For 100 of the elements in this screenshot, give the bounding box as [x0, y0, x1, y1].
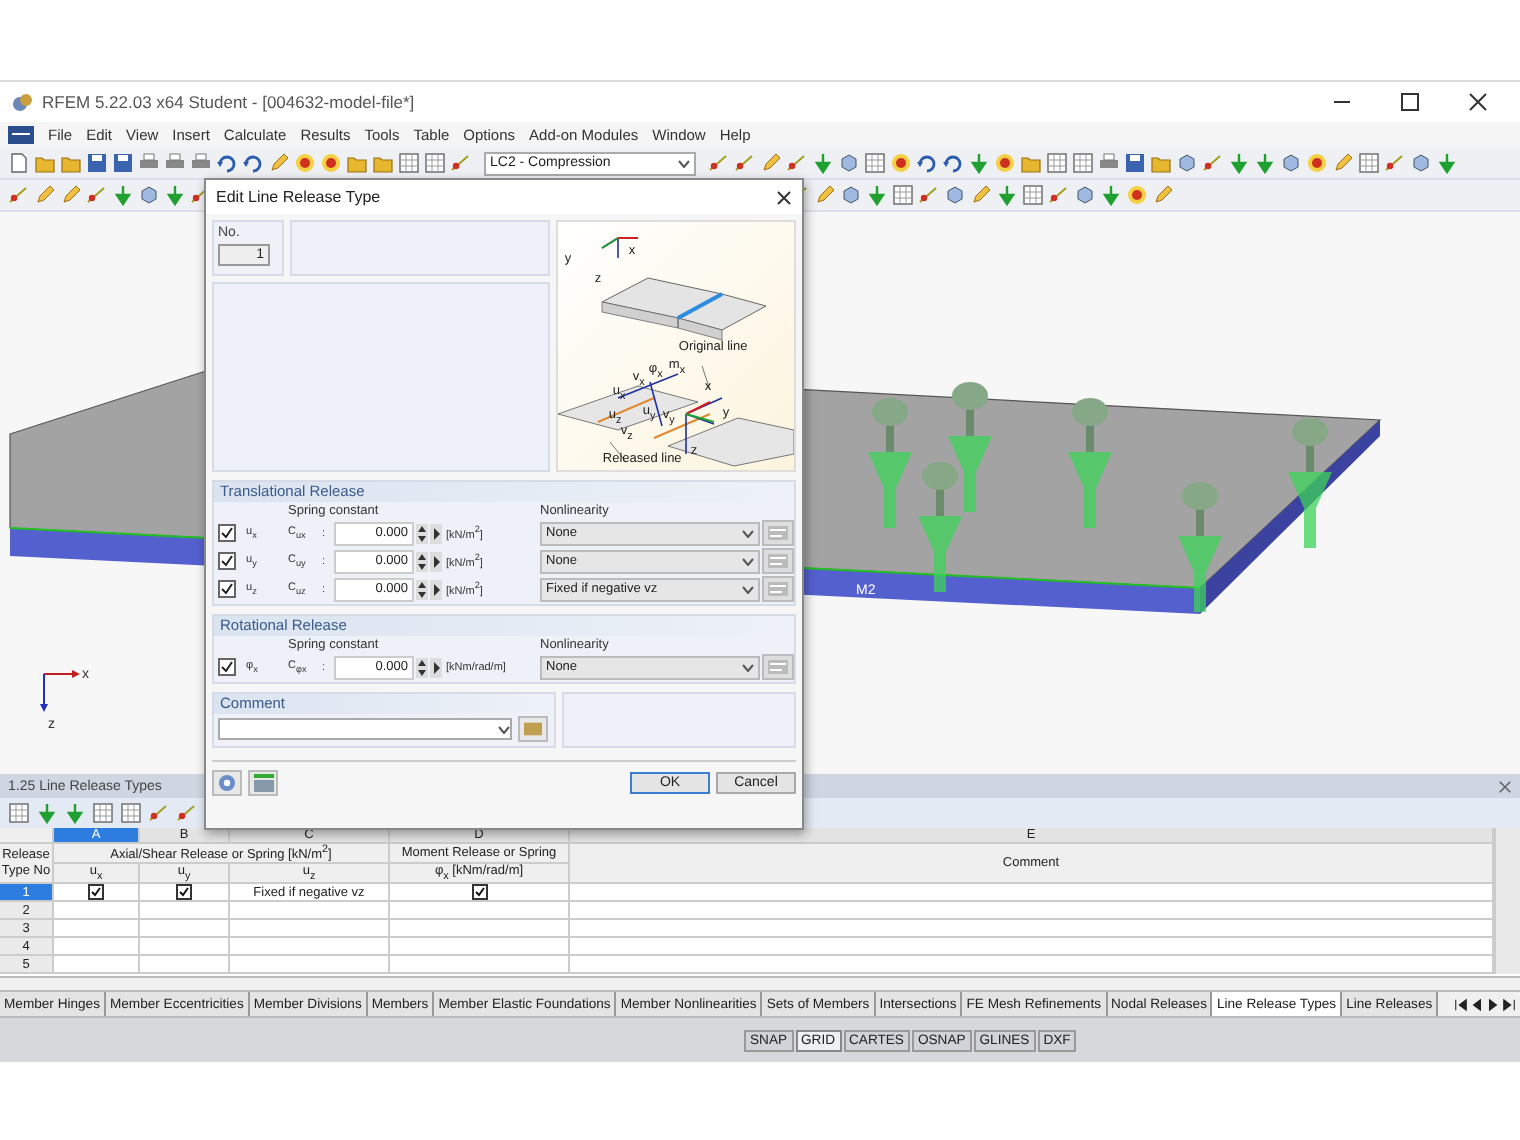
- release-checkbox[interactable]: [218, 524, 236, 542]
- caret-icon[interactable]: [430, 523, 442, 543]
- arrow-icon[interactable]: [812, 152, 834, 174]
- folder-icon[interactable]: [60, 152, 82, 174]
- grid-icon[interactable]: [120, 802, 142, 824]
- folder-icon[interactable]: [1150, 152, 1172, 174]
- grid-icon[interactable]: [1072, 152, 1094, 174]
- node-icon[interactable]: [86, 184, 108, 206]
- node-icon[interactable]: [1202, 152, 1224, 174]
- target-icon[interactable]: [994, 152, 1016, 174]
- checkbox-icon[interactable]: [471, 884, 487, 900]
- chevron-down-icon[interactable]: [678, 159, 690, 167]
- release-checkbox[interactable]: [218, 658, 236, 676]
- table-cell[interactable]: [390, 938, 570, 956]
- target-icon[interactable]: [320, 152, 342, 174]
- node-icon[interactable]: [1048, 184, 1070, 206]
- pencil-icon[interactable]: [760, 152, 782, 174]
- folder-icon[interactable]: [372, 152, 394, 174]
- cube-icon[interactable]: [1176, 152, 1198, 174]
- folder-icon[interactable]: [34, 152, 56, 174]
- pencil-icon[interactable]: [970, 184, 992, 206]
- table-cell[interactable]: [390, 884, 570, 902]
- spin-icon[interactable]: [416, 657, 428, 677]
- maximize-icon[interactable]: [1400, 92, 1420, 112]
- table-cell[interactable]: [140, 938, 230, 956]
- grid-icon[interactable]: [892, 184, 914, 206]
- release-checkbox[interactable]: [218, 552, 236, 570]
- checkbox-icon[interactable]: [176, 884, 192, 900]
- cube-icon[interactable]: [138, 184, 160, 206]
- target-icon[interactable]: [890, 152, 912, 174]
- pencil-icon[interactable]: [268, 152, 290, 174]
- pencil-icon[interactable]: [34, 184, 56, 206]
- node-icon[interactable]: [148, 802, 170, 824]
- node-icon[interactable]: [708, 152, 730, 174]
- node-icon[interactable]: [176, 802, 198, 824]
- tab-navigation-icon[interactable]: [1502, 997, 1516, 1011]
- table-cell[interactable]: [54, 920, 140, 938]
- grid-icon[interactable]: [92, 802, 114, 824]
- spin-icon[interactable]: [416, 523, 428, 543]
- print-icon[interactable]: [190, 152, 212, 174]
- pencil-icon[interactable]: [1332, 152, 1354, 174]
- units-button[interactable]: [248, 770, 278, 796]
- grid-icon[interactable]: [398, 152, 420, 174]
- cube-icon[interactable]: [1074, 184, 1096, 206]
- undo-icon[interactable]: [942, 152, 964, 174]
- chevron-down-icon[interactable]: [742, 557, 754, 565]
- arrow-icon[interactable]: [996, 184, 1018, 206]
- arrow-icon[interactable]: [64, 802, 86, 824]
- print-icon[interactable]: [1098, 152, 1120, 174]
- node-icon[interactable]: [450, 152, 472, 174]
- arrow-icon[interactable]: [968, 152, 990, 174]
- caret-icon[interactable]: [430, 551, 442, 571]
- pencil-icon[interactable]: [60, 184, 82, 206]
- arrow-icon[interactable]: [112, 184, 134, 206]
- cube-icon[interactable]: [944, 184, 966, 206]
- arrow-icon[interactable]: [36, 802, 58, 824]
- save-icon[interactable]: [86, 152, 108, 174]
- undo-icon[interactable]: [242, 152, 264, 174]
- grid-icon[interactable]: [8, 802, 30, 824]
- node-icon[interactable]: [8, 184, 30, 206]
- node-icon[interactable]: [918, 184, 940, 206]
- arrow-icon[interactable]: [866, 184, 888, 206]
- table-cell[interactable]: [54, 902, 140, 920]
- grid-icon[interactable]: [424, 152, 446, 174]
- table-cell[interactable]: [390, 902, 570, 920]
- target-icon[interactable]: [1126, 184, 1148, 206]
- chevron-down-icon[interactable]: [742, 585, 754, 593]
- node-icon[interactable]: [734, 152, 756, 174]
- print-icon[interactable]: [138, 152, 160, 174]
- comment-field[interactable]: [218, 718, 512, 740]
- pencil-icon[interactable]: [1152, 184, 1174, 206]
- table-cell[interactable]: [140, 884, 230, 902]
- node-icon[interactable]: [786, 152, 808, 174]
- close-icon[interactable]: [1468, 92, 1488, 112]
- save-icon[interactable]: [112, 152, 134, 174]
- app-menu-icon[interactable]: [8, 126, 34, 144]
- undo-icon[interactable]: [916, 152, 938, 174]
- folder-icon[interactable]: [1020, 152, 1042, 174]
- node-icon[interactable]: [1384, 152, 1406, 174]
- help-button[interactable]: [212, 770, 242, 796]
- cube-icon[interactable]: [1280, 152, 1302, 174]
- grid-icon[interactable]: [1358, 152, 1380, 174]
- arrow-icon[interactable]: [164, 184, 186, 206]
- table-cell[interactable]: [140, 920, 230, 938]
- table-cell[interactable]: [54, 956, 140, 974]
- grid-icon[interactable]: [1046, 152, 1068, 174]
- arrow-icon[interactable]: [1436, 152, 1458, 174]
- undo-icon[interactable]: [216, 152, 238, 174]
- tab-navigation-icon[interactable]: [1454, 997, 1468, 1011]
- arrow-icon[interactable]: [1254, 152, 1276, 174]
- folder-icon[interactable]: [346, 152, 368, 174]
- chevron-down-icon[interactable]: [742, 529, 754, 537]
- table-cell[interactable]: [390, 956, 570, 974]
- cube-icon[interactable]: [1410, 152, 1432, 174]
- chevron-down-icon[interactable]: [498, 725, 510, 733]
- table-cell[interactable]: [54, 884, 140, 902]
- target-icon[interactable]: [1306, 152, 1328, 174]
- scrollbar[interactable]: [1494, 828, 1520, 974]
- table-cell[interactable]: [140, 902, 230, 920]
- chevron-down-icon[interactable]: [742, 663, 754, 671]
